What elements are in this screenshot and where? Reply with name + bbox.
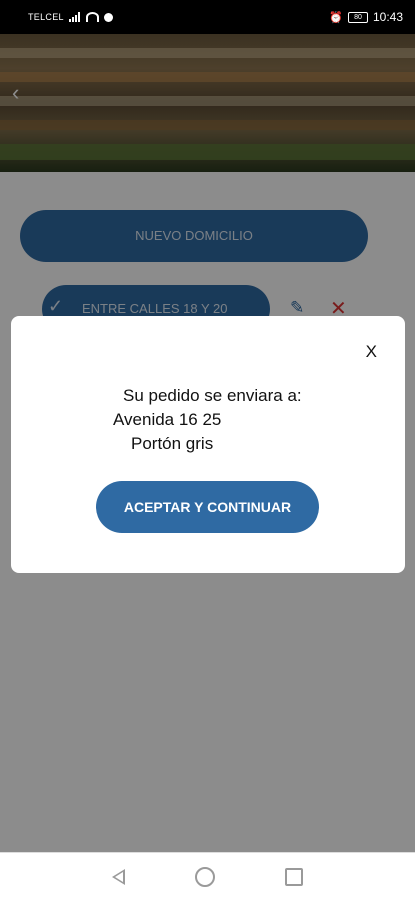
battery-icon: 80 (347, 11, 368, 23)
signal-icon (68, 12, 81, 22)
clock: 10:43 (372, 10, 403, 24)
nav-recents-icon[interactable] (285, 868, 303, 886)
message-line3: Portón gris (131, 434, 214, 453)
close-button[interactable]: X (366, 342, 377, 362)
message-line1: Su pedido se enviara a: (123, 386, 302, 405)
message-line2: Avenida 16 25 (113, 410, 222, 429)
wifi-icon (85, 12, 99, 22)
nav-back-icon[interactable] (112, 869, 125, 885)
system-nav-bar (0, 852, 415, 901)
confirm-address-dialog: X Su pedido se enviara a: Avenida 16 25 … (11, 316, 405, 573)
nav-home-icon[interactable] (195, 867, 215, 887)
status-bar: TELCEL ⏰ 80 10:43 (0, 0, 415, 34)
accept-continue-button[interactable]: ACEPTAR Y CONTINUAR (96, 481, 319, 533)
dialog-message: Su pedido se enviara a: Avenida 16 25 Po… (113, 384, 363, 456)
messenger-icon (103, 12, 113, 22)
alarm-icon: ⏰ (329, 11, 343, 24)
carrier-label: TELCEL (28, 12, 64, 22)
